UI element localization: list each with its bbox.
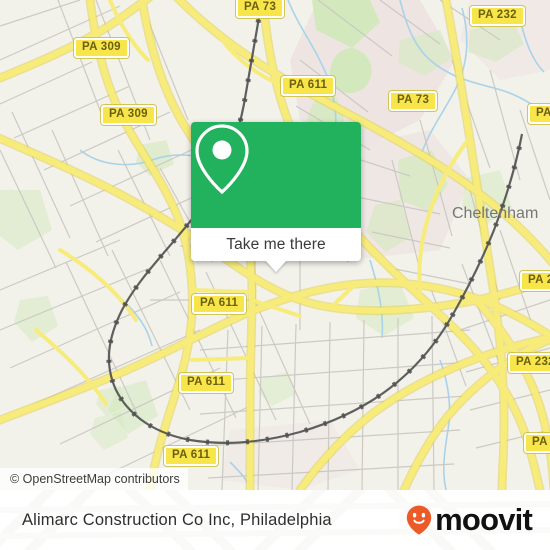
- road-shield[interactable]: PA 232: [470, 6, 525, 26]
- map-screenshot: Cheltenham PA 73 PA 232 PA 309 PA 611 PA…: [0, 0, 550, 550]
- road-shield[interactable]: PA 73: [389, 91, 438, 111]
- take-me-there-label: Take me there: [226, 235, 326, 253]
- poi-title: Alimarc Construction Co Inc, Philadelphi…: [22, 510, 332, 529]
- moovit-logo[interactable]: moovit: [406, 502, 533, 537]
- road-shield[interactable]: PA 309: [101, 105, 156, 125]
- attribution-text: © OpenStreetMap contributors: [10, 472, 180, 486]
- poi-card-pointer: [265, 260, 287, 272]
- road-shield[interactable]: PA 611: [281, 76, 336, 96]
- bottom-info-bar: Alimarc Construction Co Inc, Philadelphi…: [0, 490, 550, 550]
- map-attribution[interactable]: © OpenStreetMap contributors: [0, 468, 188, 490]
- road-shield[interactable]: PA 611: [164, 446, 219, 466]
- road-shield[interactable]: PA 611: [179, 373, 234, 393]
- poi-card-action[interactable]: Take me there: [191, 228, 361, 272]
- moovit-wordmark: moovit: [435, 502, 533, 537]
- road-shield[interactable]: PA 73: [236, 0, 285, 18]
- poi-popup-card[interactable]: Take me there: [191, 122, 361, 272]
- poi-card-image: [191, 122, 361, 228]
- map-canvas[interactable]: Cheltenham PA 73 PA 232 PA 309 PA 611 PA…: [0, 0, 550, 490]
- moovit-pin-smile-icon: [406, 505, 432, 535]
- road-shield[interactable]: PA 23: [520, 271, 550, 291]
- road-shield[interactable]: PA 2: [528, 104, 550, 124]
- map-pin-icon: [195, 124, 249, 195]
- road-shield[interactable]: PA 2: [524, 433, 550, 453]
- road-shield[interactable]: PA 611: [192, 294, 247, 314]
- place-label-cheltenham: Cheltenham: [452, 205, 539, 222]
- road-shield[interactable]: PA 232: [508, 353, 550, 373]
- road-shield[interactable]: PA 309: [74, 38, 129, 58]
